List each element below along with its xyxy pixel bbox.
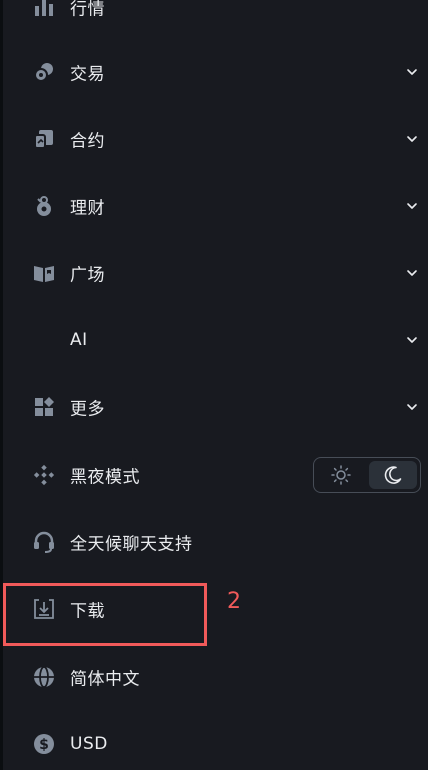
menu-item-label: AI xyxy=(70,330,88,350)
menu-item-language[interactable]: 简体中文 xyxy=(0,654,428,700)
menu-item-label: 更多 xyxy=(70,399,105,420)
globe-icon xyxy=(33,666,55,688)
menu-item-support[interactable]: 全天候聊天支持 xyxy=(0,519,428,565)
menu-item-label: 黑夜模式 xyxy=(70,467,140,488)
sun-icon xyxy=(331,465,351,485)
menu-item-label: 交易 xyxy=(70,64,105,85)
annotation-number: 2 xyxy=(227,589,241,614)
chevron-down-icon[interactable] xyxy=(403,130,421,148)
bar-chart-icon xyxy=(33,0,55,18)
theme-toggle[interactable] xyxy=(313,457,421,493)
chevron-down-icon[interactable] xyxy=(403,331,421,349)
menu-item-ai[interactable]: AI xyxy=(0,317,428,363)
light-mode-option[interactable] xyxy=(317,461,365,489)
moon-icon xyxy=(384,466,402,484)
svg-text:$: $ xyxy=(39,737,49,753)
headset-icon xyxy=(33,531,55,553)
menu-item-label: 简体中文 xyxy=(70,669,140,690)
menu-item-market[interactable]: 行情 xyxy=(0,0,428,30)
annotation-highlight-box xyxy=(3,583,207,646)
menu-item-label: 广场 xyxy=(70,265,105,286)
menu-item-more[interactable]: 更多 xyxy=(0,384,428,430)
chevron-down-icon[interactable] xyxy=(403,264,421,282)
menu-item-label: 全天候聊天支持 xyxy=(70,534,193,555)
dark-mode-option[interactable] xyxy=(369,461,417,489)
menu-item-finance[interactable]: 理财 xyxy=(0,183,428,229)
menu-item-trade[interactable]: 交易 xyxy=(0,49,428,95)
menu-item-label: USD xyxy=(70,734,108,754)
chevron-down-icon[interactable] xyxy=(403,63,421,81)
book-icon xyxy=(33,262,55,284)
menu-item-currency[interactable]: $ USD xyxy=(0,721,428,767)
menu-item-label: 理财 xyxy=(70,198,105,219)
dollar-icon: $ xyxy=(33,733,55,755)
menu-item-label: 行情 xyxy=(70,0,105,20)
chevron-down-icon[interactable] xyxy=(403,197,421,215)
grid-icon xyxy=(33,396,55,418)
menu-item-contract[interactable]: 合约 xyxy=(0,116,428,162)
contract-icon xyxy=(33,128,55,150)
chevron-down-icon[interactable] xyxy=(403,398,421,416)
trade-icon xyxy=(33,61,55,83)
finance-icon xyxy=(33,195,55,217)
diamond-icon xyxy=(33,464,55,486)
menu-item-square[interactable]: 广场 xyxy=(0,250,428,296)
menu-item-label: 合约 xyxy=(70,131,105,152)
